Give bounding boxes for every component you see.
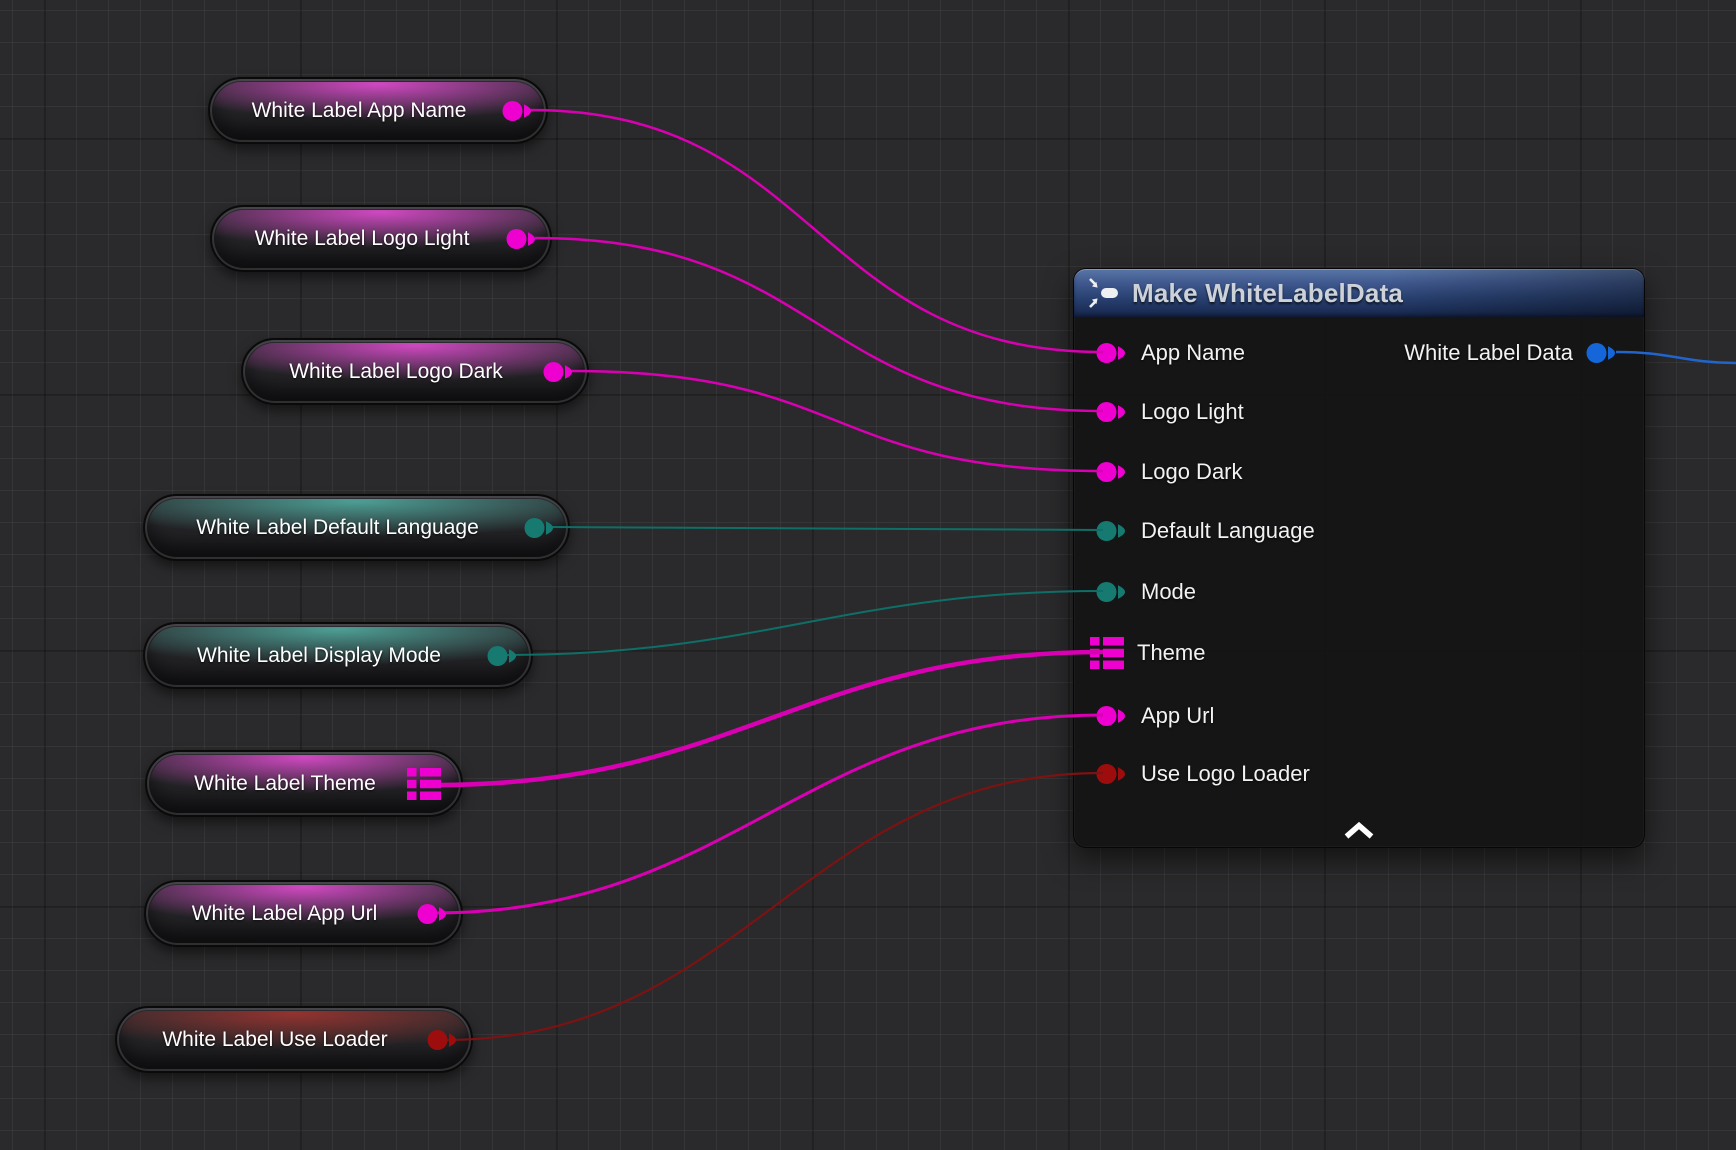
input-pin-row-app-name[interactable]: App Name	[1096, 340, 1245, 366]
wire-logo-dark[interactable]	[571, 371, 1103, 471]
make-struct-icon	[1088, 278, 1122, 308]
output-pin-row-white-label-data[interactable]: White Label Data	[1404, 340, 1618, 366]
wire-use-logo-loader[interactable]	[445, 773, 1103, 1040]
input-pin-label: Mode	[1141, 579, 1196, 605]
output-pin-icon[interactable]	[417, 902, 449, 926]
input-pin-icon[interactable]	[1096, 519, 1128, 543]
input-pin-row-theme[interactable]: Theme	[1090, 636, 1205, 670]
output-pin-icon[interactable]	[506, 227, 538, 251]
output-pin-icon[interactable]	[487, 644, 519, 668]
output-pin-icon[interactable]	[427, 1028, 459, 1052]
output-pin-icon[interactable]	[502, 99, 534, 123]
variable-node-label: White Label Logo Light	[241, 227, 522, 251]
wire-app-name[interactable]	[530, 110, 1103, 352]
struct-output-pin-icon[interactable]	[407, 767, 441, 801]
input-pin-label: Theme	[1137, 640, 1205, 666]
variable-node-white-label-use-loader[interactable]: White Label Use Loader	[115, 1006, 473, 1073]
output-pin-icon[interactable]	[1586, 341, 1618, 365]
make-node-header[interactable]: Make WhiteLabelData	[1074, 269, 1644, 317]
variable-node-white-label-logo-dark[interactable]: White Label Logo Dark	[241, 338, 589, 405]
variable-node-label: White Label Display Mode	[183, 644, 493, 668]
input-pin-label: Logo Light	[1141, 399, 1244, 425]
make-whitelabeldata-node[interactable]: Make WhiteLabelData App Name Logo Light …	[1073, 268, 1645, 848]
variable-node-label: White Label Logo Dark	[275, 360, 555, 384]
variable-node-label: White Label Theme	[180, 772, 428, 796]
wire-logo-light[interactable]	[535, 238, 1103, 411]
input-pin-row-logo-light[interactable]: Logo Light	[1096, 399, 1244, 425]
input-pin-row-app-url[interactable]: App Url	[1096, 703, 1214, 729]
wire-display-mode[interactable]	[504, 591, 1103, 655]
graph-viewport[interactable]: White Label App Name White Label Logo Li…	[0, 0, 1736, 1150]
input-pin-label: App Name	[1141, 340, 1245, 366]
variable-node-white-label-app-url[interactable]: White Label App Url	[144, 880, 463, 947]
wire-app-url[interactable]	[433, 715, 1103, 913]
input-pin-label: Default Language	[1141, 518, 1315, 544]
make-node-title: Make WhiteLabelData	[1132, 278, 1403, 309]
input-pin-row-use-logo-loader[interactable]: Use Logo Loader	[1096, 761, 1310, 787]
input-pin-row-default-language[interactable]: Default Language	[1096, 518, 1315, 544]
input-pin-row-logo-dark[interactable]: Logo Dark	[1096, 459, 1243, 485]
wire-theme[interactable]	[437, 652, 1103, 785]
input-pin-label: App Url	[1141, 703, 1214, 729]
input-pin-label: Logo Dark	[1141, 459, 1243, 485]
output-pin-icon[interactable]	[524, 516, 556, 540]
collapse-node-button[interactable]	[1335, 818, 1383, 842]
variable-node-label: White Label Use Loader	[148, 1028, 439, 1052]
output-pin-label: White Label Data	[1404, 340, 1573, 366]
input-pin-label: Use Logo Loader	[1141, 761, 1310, 787]
variable-node-white-label-theme[interactable]: White Label Theme	[145, 750, 463, 817]
wire-default-language[interactable]	[549, 527, 1103, 530]
input-pin-row-mode[interactable]: Mode	[1096, 579, 1196, 605]
variable-node-label: White Label App Url	[178, 902, 430, 926]
chevron-up-icon	[1342, 821, 1376, 840]
output-pin-icon[interactable]	[543, 360, 575, 384]
variable-node-white-label-display-mode[interactable]: White Label Display Mode	[143, 622, 533, 689]
variable-node-white-label-default-language[interactable]: White Label Default Language	[143, 494, 570, 561]
variable-node-label: White Label Default Language	[182, 516, 531, 540]
variable-node-white-label-app-name[interactable]: White Label App Name	[208, 77, 548, 144]
graph-canvas[interactable]: { "app": {"title": "Blueprint Graph"}, "…	[0, 0, 1736, 1150]
variable-node-label: White Label App Name	[238, 99, 519, 123]
variable-node-white-label-logo-light[interactable]: White Label Logo Light	[210, 205, 552, 272]
